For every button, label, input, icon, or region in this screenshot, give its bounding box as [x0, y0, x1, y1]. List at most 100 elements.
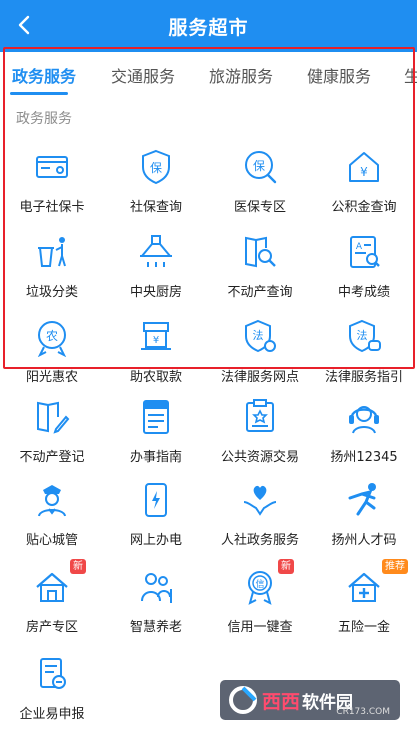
service-housing-fund[interactable]: ¥ 公积金查询 — [312, 145, 416, 231]
medical-insurance-icon: 保 — [238, 145, 282, 189]
service-law-guide[interactable]: 法 法律服务指引 — [312, 315, 416, 401]
new-badge: 新 — [70, 559, 86, 574]
svg-text:¥: ¥ — [360, 165, 368, 179]
svg-text:A: A — [356, 242, 363, 252]
service-label: 贴心城管 — [25, 533, 78, 548]
svg-text:信: 信 — [255, 578, 264, 590]
service-exam-score[interactable]: A 中考成绩 — [312, 230, 416, 316]
svg-text:法: 法 — [253, 328, 264, 342]
service-label: 企业易申报 — [19, 707, 85, 722]
section-title: 政务服务 — [16, 111, 72, 127]
active-tab-indicator — [10, 92, 68, 95]
logo-icon — [229, 686, 257, 714]
service-label: 人社政务服务 — [220, 533, 299, 548]
nong-badge-icon: 农 — [30, 315, 74, 359]
service-label: 电子社保卡 — [19, 200, 85, 215]
book-register-icon — [30, 395, 74, 439]
tab-bar: 政务服务 交通服务 旅游服务 健康服务 生 — [0, 52, 417, 96]
service-public-resource[interactable]: 公共资源交易 — [208, 395, 312, 481]
runner-icon — [342, 478, 386, 522]
tab-travel[interactable]: 旅游服务 — [209, 63, 273, 87]
tab-traffic[interactable]: 交通服务 — [111, 63, 175, 87]
housing-fund-icon: ¥ — [342, 145, 386, 189]
service-label: 中央厨房 — [129, 285, 182, 300]
service-label: 信用一键查 — [227, 620, 293, 635]
law-location-icon: 法 — [238, 315, 282, 359]
phone-power-icon — [134, 478, 178, 522]
credit-medal-icon: 信 — [238, 565, 282, 609]
law-guide-icon: 法 — [342, 315, 386, 359]
recommend-badge: 推荐 — [382, 559, 408, 574]
page-title: 服务超市 — [168, 17, 249, 39]
service-enterprise-report[interactable]: 企业易申报 — [0, 652, 104, 729]
service-label: 智慧养老 — [129, 620, 182, 635]
service-label: 办事指南 — [129, 450, 182, 465]
elderly-icon — [134, 565, 178, 609]
watermark-logo: 西西 软件园 CR173.COM — [220, 680, 400, 720]
heart-hands-icon — [238, 478, 282, 522]
kitchen-hood-icon — [134, 230, 178, 274]
house-icon — [30, 565, 74, 609]
insurance-house-icon — [342, 565, 386, 609]
service-law-outlets[interactable]: 法 法律服务网点 — [208, 315, 312, 401]
service-label: 不动产查询 — [227, 285, 293, 300]
service-real-estate-zone[interactable]: 房产专区 新 — [0, 559, 104, 651]
shield-bao-icon: 保 — [134, 145, 178, 189]
service-label: 公共资源交易 — [220, 450, 299, 465]
trash-sorting-icon — [30, 230, 74, 274]
tab-life[interactable]: 生 — [404, 63, 417, 87]
svg-text:农: 农 — [46, 329, 58, 343]
service-yangzhou-12345[interactable]: 扬州12345 — [312, 395, 416, 481]
officer-icon — [30, 478, 74, 522]
service-real-estate-register[interactable]: 不动产登记 — [0, 395, 104, 481]
service-label: 五险一金 — [337, 620, 390, 635]
service-label: 垃圾分类 — [25, 285, 78, 300]
service-label: 助农取款 — [129, 370, 182, 385]
service-medical-insurance[interactable]: 保 医保专区 — [208, 145, 312, 231]
book-search-icon — [238, 230, 282, 274]
service-insurance-fund[interactable]: 五险一金 推荐 — [312, 559, 416, 651]
bank-withdraw-icon: ¥ — [134, 315, 178, 359]
service-city-management[interactable]: 贴心城管 — [0, 478, 104, 564]
service-label: 医保专区 — [233, 200, 286, 215]
service-label: 网上办电 — [129, 533, 182, 548]
service-trash-sorting[interactable]: 垃圾分类 — [0, 230, 104, 316]
social-security-card-icon — [30, 145, 74, 189]
service-label: 社保查询 — [129, 200, 182, 215]
tab-health[interactable]: 健康服务 — [307, 63, 371, 87]
service-farmer-withdraw[interactable]: ¥ 助农取款 — [104, 315, 208, 401]
exam-score-icon: A — [342, 230, 386, 274]
service-label: 扬州12345 — [330, 450, 398, 465]
service-real-estate-query[interactable]: 不动产查询 — [208, 230, 312, 316]
service-smart-elderly[interactable]: 智慧养老 — [104, 565, 208, 651]
service-label: 法律服务指引 — [324, 370, 403, 385]
service-label: 法律服务网点 — [220, 370, 299, 385]
svg-text:保: 保 — [253, 159, 265, 173]
svg-text:¥: ¥ — [153, 335, 159, 346]
service-label: 房产专区 — [25, 620, 78, 635]
service-social-security-query[interactable]: 保 社保查询 — [104, 145, 208, 231]
service-central-kitchen[interactable]: 中央厨房 — [104, 230, 208, 316]
app-header: 服务超市 — [0, 0, 417, 52]
watermark-url: CR173.COM — [336, 707, 390, 717]
service-label: 中考成绩 — [337, 285, 390, 300]
service-label: 阳光惠农 — [25, 370, 78, 385]
service-label: 扬州人才码 — [331, 533, 397, 548]
service-label: 公积金查询 — [331, 200, 397, 215]
service-guide[interactable]: 办事指南 — [104, 395, 208, 481]
headset-icon — [342, 395, 386, 439]
enterprise-report-icon — [30, 652, 74, 696]
new-badge: 新 — [278, 559, 294, 574]
public-resource-icon — [238, 395, 282, 439]
service-label: 不动产登记 — [19, 450, 85, 465]
service-credit-query[interactable]: 信 信用一键查 新 — [208, 559, 312, 651]
service-online-power[interactable]: 网上办电 — [104, 478, 208, 564]
service-talent-code[interactable]: 扬州人才码 — [312, 478, 416, 564]
service-social-security-card[interactable]: 电子社保卡 — [0, 145, 104, 231]
tab-government[interactable]: 政务服务 — [12, 63, 76, 87]
watermark-brand: 西西 — [262, 690, 301, 713]
service-sunshine-farmer[interactable]: 农 阳光惠农 — [0, 315, 104, 401]
svg-text:法: 法 — [357, 328, 368, 342]
guide-book-icon — [134, 395, 178, 439]
service-hr-social[interactable]: 人社政务服务 — [208, 478, 312, 564]
